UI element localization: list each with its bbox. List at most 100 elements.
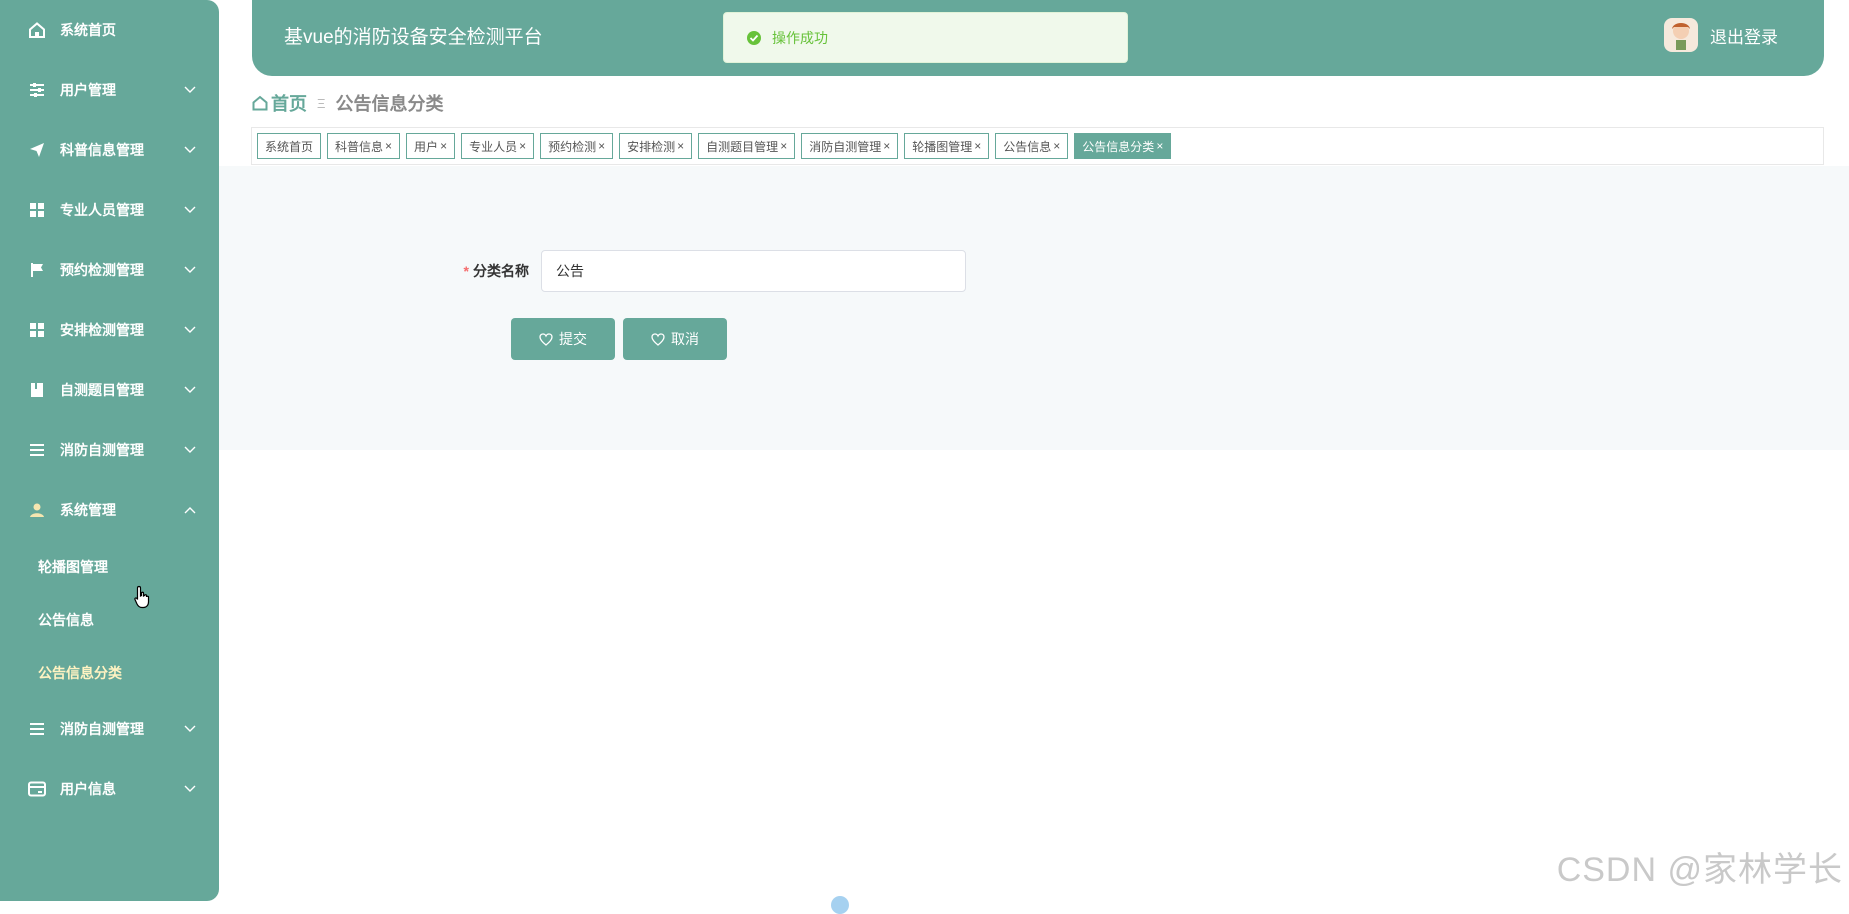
tab-label: 轮播图管理 [912, 139, 973, 154]
tab-home[interactable]: 系统首页 [257, 133, 322, 159]
watermark: CSDN @家林学长 [1556, 851, 1843, 889]
sidebar-subitem-notice[interactable]: 公告信息 [0, 593, 219, 646]
sidebar-subitem-notice-category[interactable]: 公告信息分类 [0, 646, 219, 699]
tab-label: 公告信息分类 [1082, 139, 1155, 154]
chevron-down-icon [183, 383, 197, 397]
close-icon[interactable]: × [1156, 139, 1163, 153]
sidebar-subitem-label: 轮播图管理 [38, 558, 108, 575]
sidebar-item-fire-self-test-2[interactable]: 消防自测管理 [0, 699, 219, 759]
chevron-down-icon [183, 263, 197, 277]
loading-indicator [831, 896, 849, 914]
tab-label: 自测题目管理 [706, 139, 779, 154]
close-icon[interactable]: × [974, 139, 981, 153]
breadcrumb: 首页 Ξ 公告信息分类 [252, 90, 443, 116]
sidebar-subitem-label: 公告信息 [38, 611, 94, 628]
logout-button[interactable]: 退出登录 [1664, 18, 1778, 52]
tab-label: 安排检测 [627, 139, 676, 154]
sidebar-item-arrangement[interactable]: 安排检测管理 [0, 300, 219, 360]
grid-icon [28, 201, 46, 219]
sidebar-item-label: 专业人员管理 [60, 202, 144, 218]
chevron-down-icon [183, 443, 197, 457]
close-icon[interactable]: × [1053, 139, 1060, 153]
sidebar-item-user-info[interactable]: 用户信息 [0, 759, 219, 819]
cancel-label: 取消 [671, 331, 699, 347]
submit-button[interactable]: 提交 [511, 318, 615, 360]
sidebar-item-label: 消防自测管理 [60, 442, 144, 458]
tab-user[interactable]: 用户 × [406, 133, 456, 159]
logout-label: 退出登录 [1710, 27, 1778, 47]
tab-booking[interactable]: 预约检测 × [540, 133, 614, 159]
home-icon [252, 95, 268, 111]
chevron-down-icon [183, 323, 197, 337]
tab-arrangement[interactable]: 安排检测 × [619, 133, 693, 159]
close-icon[interactable]: × [598, 139, 605, 153]
sidebar-item-professionals[interactable]: 专业人员管理 [0, 180, 219, 240]
chevron-down-icon [183, 143, 197, 157]
close-icon[interactable]: × [883, 139, 890, 153]
required-mark: * [463, 263, 469, 279]
form-actions: 提交 取消 [511, 318, 735, 360]
sidebar-item-label: 用户信息 [60, 781, 116, 797]
chevron-down-icon [183, 722, 197, 736]
toast-message: 操作成功 [772, 29, 828, 46]
sidebar-item-fire-self-test[interactable]: 消防自测管理 [0, 420, 219, 480]
form-row-category-name: * 分类名称 [425, 250, 966, 292]
card-icon [28, 780, 46, 798]
category-name-label: * 分类名称 [425, 261, 541, 281]
breadcrumb-home[interactable]: 首页 [252, 90, 307, 116]
close-icon[interactable]: × [780, 139, 787, 153]
sidebar-item-booking[interactable]: 预约检测管理 [0, 240, 219, 300]
sidebar-item-label: 科普信息管理 [60, 142, 144, 158]
tab-science-info[interactable]: 科普信息 × [327, 133, 401, 159]
tab-self-test-questions[interactable]: 自测题目管理 × [698, 133, 796, 159]
sidebar-item-science-info[interactable]: 科普信息管理 [0, 120, 219, 180]
sidebar-item-label: 用户管理 [60, 82, 116, 98]
tab-notice[interactable]: 公告信息 × [995, 133, 1069, 159]
tab-professionals[interactable]: 专业人员 × [461, 133, 535, 159]
list-icon [28, 441, 46, 459]
sidebar-item-system-management[interactable]: 系统管理 [0, 480, 219, 540]
tab-fire-self-test[interactable]: 消防自测管理 × [801, 133, 899, 159]
chevron-down-icon [183, 83, 197, 97]
close-icon[interactable]: × [519, 139, 526, 153]
heart-icon [539, 332, 553, 346]
avatar [1664, 18, 1698, 52]
sidebar-item-home[interactable]: 系统首页 [0, 0, 219, 60]
tab-notice-category[interactable]: 公告信息分类 × [1074, 133, 1172, 159]
list-icon [28, 720, 46, 738]
tab-label: 消防自测管理 [809, 139, 882, 154]
check-circle-icon [746, 30, 762, 46]
sidebar-item-user-management[interactable]: 用户管理 [0, 60, 219, 120]
tab-label: 用户 [414, 139, 439, 154]
user-icon [28, 501, 46, 519]
sliders-icon [28, 81, 46, 99]
flag-icon [28, 261, 46, 279]
success-toast: 操作成功 [723, 12, 1128, 63]
tab-carousel[interactable]: 轮播图管理 × [904, 133, 990, 159]
category-name-input[interactable] [541, 250, 966, 292]
breadcrumb-home-label: 首页 [271, 94, 307, 114]
sidebar-subitem-label: 公告信息分类 [38, 664, 122, 681]
sidebar: 系统首页 用户管理 科普信息管理 专业人员管理 预约检测管理 安排检测管理 自测… [0, 0, 219, 901]
category-name-label-text: 分类名称 [473, 263, 529, 279]
sidebar-item-label: 自测题目管理 [60, 382, 144, 398]
close-icon[interactable]: × [440, 139, 447, 153]
breadcrumb-current: 公告信息分类 [335, 94, 444, 114]
main-content: *分类名称 提交 取消 [219, 166, 1849, 450]
home-icon [28, 21, 46, 39]
sidebar-item-label: 安排检测管理 [60, 322, 144, 338]
heart-icon [651, 332, 665, 346]
sidebar-subitem-carousel[interactable]: 轮播图管理 [0, 540, 219, 593]
close-icon[interactable]: × [677, 139, 684, 153]
sidebar-item-label: 系统管理 [60, 502, 116, 518]
chevron-down-icon [183, 203, 197, 217]
tab-label: 预约检测 [548, 139, 597, 154]
submit-label: 提交 [559, 331, 587, 347]
cancel-button[interactable]: 取消 [623, 318, 727, 360]
close-icon[interactable]: × [385, 139, 392, 153]
sidebar-item-self-test-questions[interactable]: 自测题目管理 [0, 360, 219, 420]
send-icon [28, 141, 46, 159]
sidebar-item-label: 系统首页 [60, 22, 116, 38]
tab-label: 专业人员 [469, 139, 518, 154]
tab-label: 系统首页 [265, 139, 314, 154]
